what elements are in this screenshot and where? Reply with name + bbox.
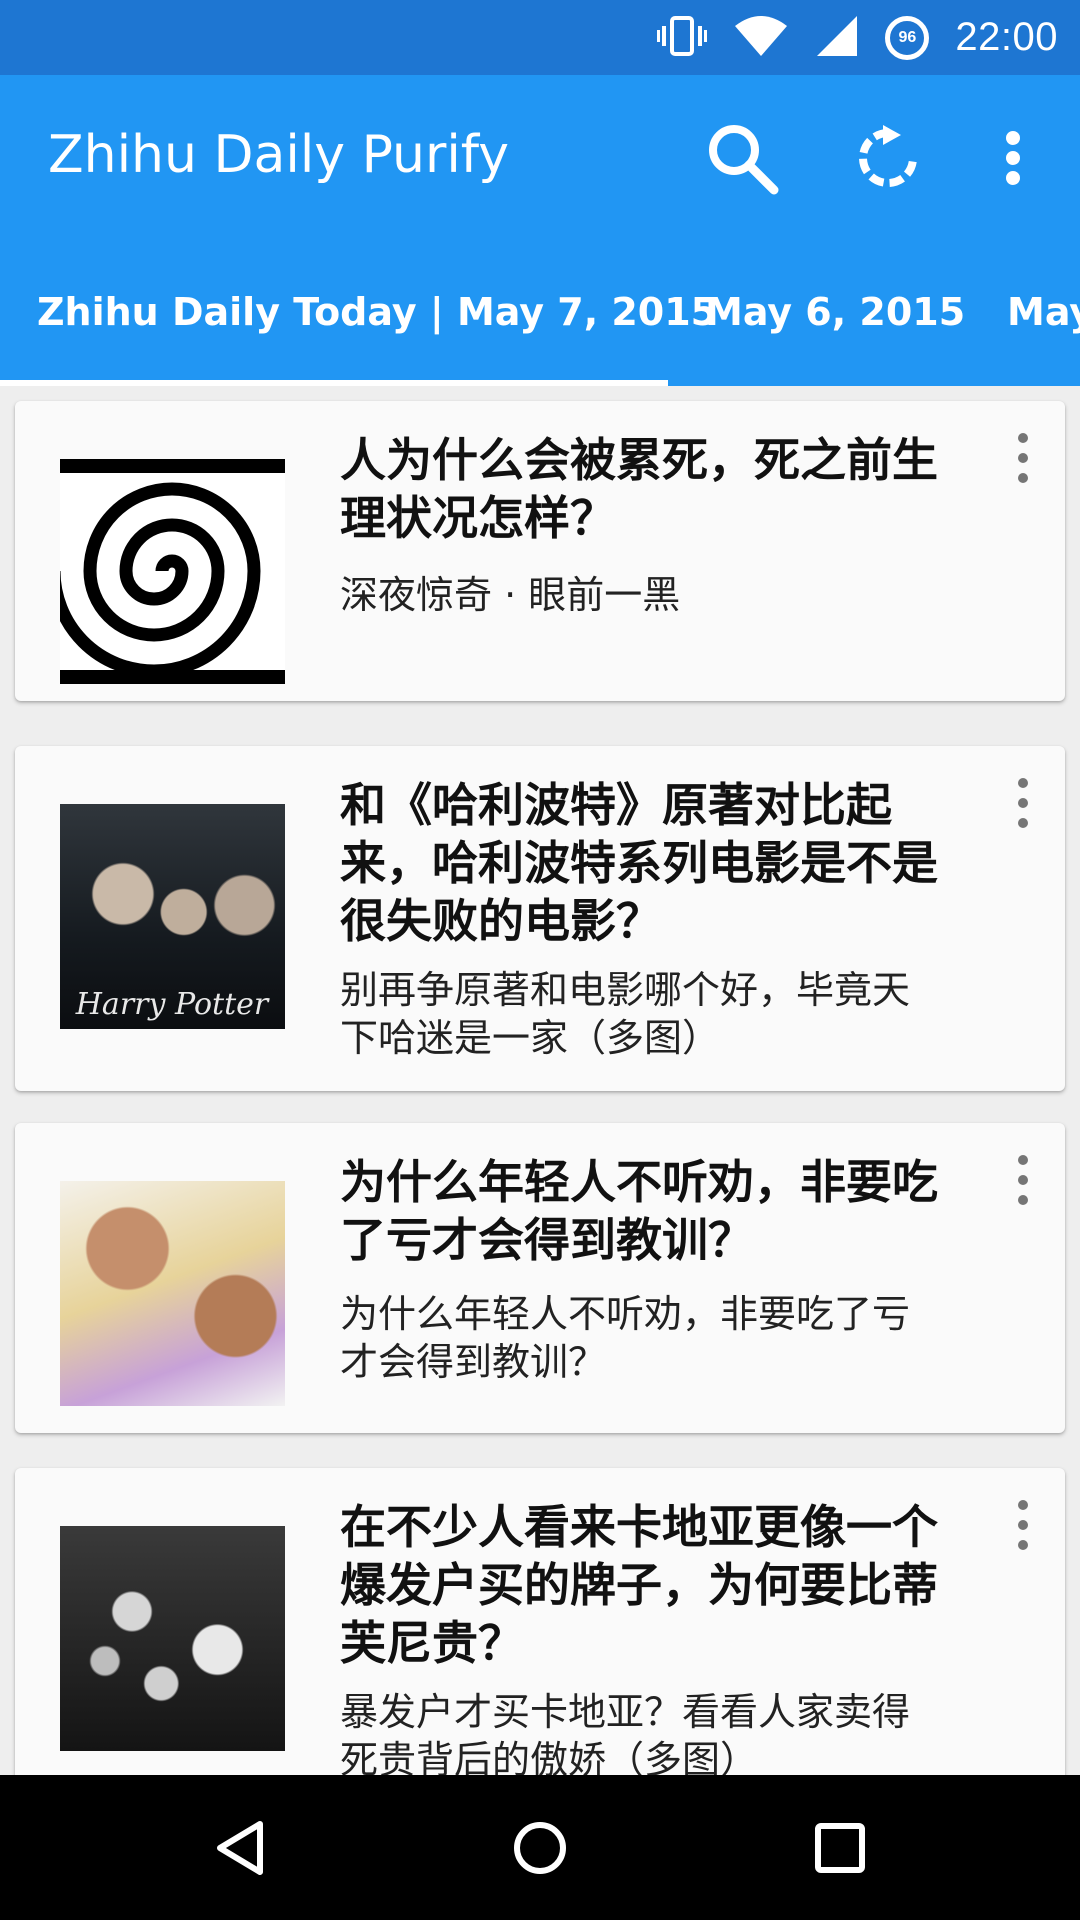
vibrate-icon bbox=[657, 14, 708, 62]
story-title: 在不少人看来卡地亚更像一个爆发户买的牌子，为何要比蒂芙尼贵？ bbox=[340, 1500, 938, 1670]
harry-potter-poster-image: Harry Potter bbox=[75, 987, 270, 1022]
refresh-icon bbox=[853, 123, 923, 197]
poster-text: Harry Potter bbox=[75, 987, 270, 1022]
story-subtitle: 别再争原著和电影哪个好，毕竟天下哈迷是一家（多图） bbox=[340, 968, 911, 1060]
recents-icon bbox=[814, 1822, 866, 1878]
refresh-button[interactable] bbox=[843, 115, 933, 205]
story-subtitle: 深夜惊奇 · 眼前一黑 bbox=[340, 573, 681, 617]
diamonds-photo bbox=[60, 1526, 285, 1751]
status-icons: 96 22:00 bbox=[657, 0, 1058, 75]
card-more-button[interactable] bbox=[1013, 433, 1033, 483]
back-button[interactable] bbox=[195, 1805, 285, 1895]
date-tabs: Zhihu Daily Today | May 7, 2015 May 6, 2… bbox=[0, 240, 1080, 386]
mother-child-photo bbox=[60, 1181, 285, 1406]
more-vert-icon bbox=[1003, 130, 1023, 190]
story-title: 为什么年轻人不听劝，非要吃了亏才会得到教训？ bbox=[340, 1155, 938, 1267]
story-thumbnail: Harry Potter bbox=[60, 804, 285, 1029]
story-subtitle: 暴发户才买卡地亚？看看人家卖得死贵背后的傲娇（多图） bbox=[340, 1690, 911, 1775]
search-icon bbox=[704, 120, 780, 200]
story-title: 和《哈利波特》原著对比起来，哈利波特系列电影是不是很失败的电影？ bbox=[340, 778, 938, 948]
story-title: 人为什么会被累死，死之前生理状况怎样？ bbox=[340, 433, 938, 545]
card-more-button[interactable] bbox=[1013, 1155, 1033, 1205]
system-nav-bar bbox=[0, 1775, 1080, 1920]
story-subtitle: 为什么年轻人不听劝，非要吃了亏才会得到教训？ bbox=[340, 1292, 911, 1384]
back-icon bbox=[212, 1818, 268, 1882]
story-thumbnail bbox=[60, 1526, 285, 1751]
story-card[interactable]: 为什么年轻人不听劝，非要吃了亏才会得到教训？ 为什么年轻人不听劝，非要吃了亏才会… bbox=[15, 1123, 1065, 1433]
overflow-menu-button[interactable] bbox=[968, 115, 1058, 205]
app-toolbar: Zhihu Daily Purify bbox=[0, 75, 1080, 240]
card-more-button[interactable] bbox=[1013, 778, 1033, 828]
recents-button[interactable] bbox=[795, 1805, 885, 1895]
story-list[interactable]: 人为什么会被累死，死之前生理状况怎样？ 深夜惊奇 · 眼前一黑 Harry Po… bbox=[0, 386, 1080, 1775]
tab-may-5[interactable]: May bbox=[1007, 290, 1080, 334]
battery-level: 96 bbox=[898, 28, 917, 46]
home-icon bbox=[512, 1820, 568, 1880]
app-title: Zhihu Daily Purify bbox=[48, 125, 509, 185]
status-bar: 96 22:00 bbox=[0, 0, 1080, 75]
search-button[interactable] bbox=[697, 115, 787, 205]
tab-today[interactable]: Zhihu Daily Today | May 7, 2015 bbox=[37, 290, 717, 334]
story-card[interactable]: 在不少人看来卡地亚更像一个爆发户买的牌子，为何要比蒂芙尼贵？ 暴发户才买卡地亚？… bbox=[15, 1468, 1065, 1775]
story-card[interactable]: 人为什么会被累死，死之前生理状况怎样？ 深夜惊奇 · 眼前一黑 bbox=[15, 401, 1065, 701]
swirl-image bbox=[60, 459, 285, 684]
home-button[interactable] bbox=[495, 1805, 585, 1895]
story-thumbnail bbox=[60, 1181, 285, 1406]
card-more-button[interactable] bbox=[1013, 1500, 1033, 1550]
signal-icon bbox=[815, 14, 859, 62]
clock: 22:00 bbox=[955, 15, 1058, 59]
battery-icon: 96 bbox=[885, 15, 930, 60]
wifi-icon bbox=[733, 14, 789, 62]
story-thumbnail bbox=[60, 459, 285, 684]
story-card[interactable]: Harry Potter 和《哈利波特》原著对比起来，哈利波特系列电影是不是很失… bbox=[15, 746, 1065, 1091]
tab-may-6[interactable]: May 6, 2015 bbox=[705, 290, 965, 334]
